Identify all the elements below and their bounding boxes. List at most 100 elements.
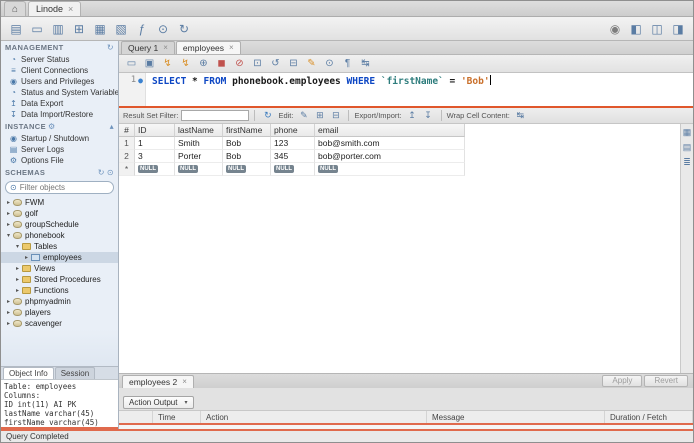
tree-item-phpmyadmin[interactable]: ▸ phpmyadmin <box>1 296 118 307</box>
tree-item-golf[interactable]: ▸ golf <box>1 208 118 219</box>
apply-button[interactable]: Apply <box>602 374 643 387</box>
export-records-icon[interactable]: ↥ <box>405 109 420 122</box>
create-schema-icon[interactable]: ▥ <box>48 20 68 38</box>
collapsed-arrow-icon[interactable]: ▸ <box>13 287 22 294</box>
sidebar-item-status-and-system-variables[interactable]: ◔ Status and System Variables <box>1 87 118 98</box>
grid-cell[interactable]: 123 <box>271 137 315 150</box>
collapse-icon[interactable]: ▴ <box>110 122 114 131</box>
grid-row-number[interactable]: 2 <box>119 150 135 163</box>
filter-eye-icon[interactable]: ⊙ <box>107 168 114 177</box>
close-tab-icon[interactable]: × <box>163 44 168 52</box>
grid-column-header-phone[interactable]: phone <box>271 124 315 137</box>
sql-code-text[interactable]: SELECT * FROM phonebook.employees WHERE … <box>146 73 693 106</box>
insert-row-icon[interactable]: ⊞ <box>312 109 327 122</box>
collapsed-arrow-icon[interactable]: ▸ <box>13 265 22 272</box>
new-query-tab-icon[interactable]: ▤ <box>6 20 26 38</box>
sql-code-editor[interactable]: 1 ● SELECT * FROM phonebook.employees WH… <box>119 73 693 108</box>
sidebar-item-data-import-restore[interactable]: ↧ Data Import/Restore <box>1 109 118 120</box>
action-output-column-duration-fetch[interactable]: Duration / Fetch <box>605 411 693 423</box>
grid-cell[interactable]: Porter <box>175 150 223 163</box>
sidebar-item-startup-shutdown[interactable]: ◉ Startup / Shutdown <box>1 133 118 144</box>
tree-item-views[interactable]: ▸ Views <box>1 263 118 274</box>
expanded-arrow-icon[interactable]: ▾ <box>4 232 13 239</box>
edit-record-icon[interactable]: ✎ <box>296 109 311 122</box>
tree-item-phonebook[interactable]: ▾ phonebook <box>1 230 118 241</box>
create-procedure-icon[interactable]: ▧ <box>111 20 131 38</box>
grid-column-header-lastname[interactable]: lastName <box>175 124 223 137</box>
grid-cell[interactable]: Smith <box>175 137 223 150</box>
refresh-grid-icon[interactable]: ↻ <box>260 109 275 122</box>
schemas-section-header[interactable]: SCHEMAS ↻ ⊙ <box>1 166 118 179</box>
toggle-right-sidebar-icon[interactable]: ◨ <box>668 20 688 38</box>
grid-cell[interactable]: Bob <box>223 150 271 163</box>
wrench-icon[interactable]: ⚙ <box>48 122 56 131</box>
instance-section-header[interactable]: INSTANCE ⚙ ▴ <box>1 120 118 133</box>
grid-column-header-rownum[interactable]: # <box>119 124 135 137</box>
close-tab-icon[interactable]: × <box>229 44 234 52</box>
wrap-text-icon[interactable]: ↹ <box>357 56 374 71</box>
search-data-icon[interactable]: ⊙ <box>153 20 173 38</box>
explain-icon[interactable]: ⊕ <box>195 56 212 71</box>
open-sql-script-icon[interactable]: ▭ <box>27 20 47 38</box>
connection-tab-linode[interactable]: Linode × <box>28 1 82 16</box>
editor-tab-employees[interactable]: employees × <box>175 41 241 54</box>
wrap-cell-content-icon[interactable]: ↹ <box>513 109 528 122</box>
rollback-icon[interactable]: ↺ <box>267 56 284 71</box>
collapsed-arrow-icon[interactable]: ▸ <box>4 320 13 327</box>
tree-item-stored-procedures[interactable]: ▸ Stored Procedures <box>1 274 118 285</box>
sidebar-item-users-and-privileges[interactable]: ◉ Users and Privileges <box>1 76 118 87</box>
autocommit-icon[interactable]: ⊟ <box>285 56 302 71</box>
execute-current-statement-icon[interactable]: ↯ <box>177 56 194 71</box>
grid-column-header-id[interactable]: ID <box>135 124 175 137</box>
tree-item-groupschedule[interactable]: ▸ groupSchedule <box>1 219 118 230</box>
editor-tab-query-1[interactable]: Query 1 × <box>121 41 175 54</box>
tree-item-fwm[interactable]: ▸ FWM <box>1 197 118 208</box>
toggle-left-sidebar-icon[interactable]: ◧ <box>626 20 646 38</box>
close-tab-icon[interactable]: × <box>68 4 73 14</box>
grid-cell[interactable]: NULL <box>135 163 175 176</box>
tree-item-functions[interactable]: ▸ Functions <box>1 285 118 296</box>
sidebar-item-options-file[interactable]: ⚙ Options File <box>1 155 118 166</box>
create-table-icon[interactable]: ⊞ <box>69 20 89 38</box>
grid-cell[interactable]: bob@porter.com <box>315 150 465 163</box>
delete-row-icon[interactable]: ⊟ <box>328 109 343 122</box>
grid-cell[interactable]: bob@smith.com <box>315 137 465 150</box>
tree-item-players[interactable]: ▸ players <box>1 307 118 318</box>
grid-column-header-email[interactable]: email <box>315 124 465 137</box>
save-script-icon[interactable]: ▣ <box>141 56 158 71</box>
reconnect-icon[interactable]: ↻ <box>174 20 194 38</box>
sidebar-item-server-status[interactable]: ◔ Server Status <box>1 54 118 65</box>
field-types-view-icon[interactable]: ≣ <box>680 156 694 169</box>
grid-cell[interactable]: NULL <box>315 163 465 176</box>
stop-on-error-icon[interactable]: ⊘ <box>231 56 248 71</box>
action-output-column-time[interactable]: Time <box>153 411 201 423</box>
schema-filter-box[interactable]: ⊙ <box>5 181 114 194</box>
collapsed-arrow-icon[interactable]: ▸ <box>4 309 13 316</box>
collapsed-arrow-icon[interactable]: ▸ <box>13 276 22 283</box>
tree-item-scavenger[interactable]: ▸ scavenger <box>1 318 118 329</box>
tree-item-employees[interactable]: ▸ employees <box>1 252 118 263</box>
status-circle-icon[interactable]: ◉ <box>605 20 625 38</box>
collapsed-arrow-icon[interactable]: ▸ <box>4 199 13 206</box>
stop-icon[interactable]: ◼ <box>213 56 230 71</box>
import-records-icon[interactable]: ↧ <box>421 109 436 122</box>
form-editor-view-icon[interactable]: ▤ <box>680 141 694 154</box>
sidebar-item-server-logs[interactable]: ▤ Server Logs <box>1 144 118 155</box>
tree-item-tables[interactable]: ▾ Tables <box>1 241 118 252</box>
refresh-icon[interactable]: ↻ <box>107 43 114 52</box>
result-grid-view-icon[interactable]: ▦ <box>680 126 694 139</box>
grid-cell[interactable]: NULL <box>271 163 315 176</box>
collapsed-arrow-icon[interactable]: ▸ <box>4 298 13 305</box>
collapsed-arrow-icon[interactable]: ▸ <box>22 254 31 261</box>
result-filter-input[interactable] <box>181 110 250 121</box>
sidebar-item-client-connections[interactable]: ≡ Client Connections <box>1 65 118 76</box>
action-output-column-icon[interactable] <box>119 411 153 423</box>
schema-filter-input[interactable] <box>19 183 109 192</box>
result-tab-employees-2[interactable]: employees 2 × <box>122 375 194 388</box>
grid-row-number[interactable]: * <box>119 163 135 176</box>
toggle-bottom-panel-icon[interactable]: ◫ <box>647 20 667 38</box>
sidebar-tab-session[interactable]: Session <box>54 367 96 379</box>
execute-icon[interactable]: ↯ <box>159 56 176 71</box>
grid-cell[interactable]: 345 <box>271 150 315 163</box>
action-output-column-action[interactable]: Action <box>201 411 427 423</box>
